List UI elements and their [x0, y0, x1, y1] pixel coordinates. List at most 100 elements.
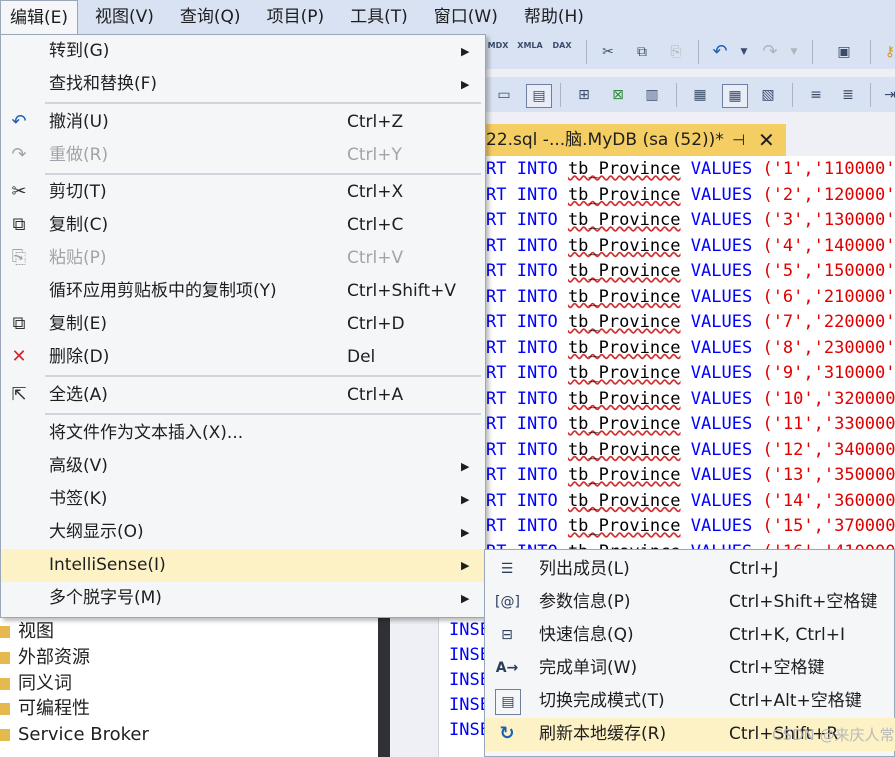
activity-monitor-button[interactable]: ▣: [832, 41, 856, 63]
results-to-text-button[interactable]: ▤: [526, 84, 552, 108]
uncomment-button[interactable]: ≣: [836, 84, 860, 106]
code-table-name: tb_Province: [567, 337, 681, 358]
menu-item-label: 删除(D): [49, 347, 110, 367]
submenu-arrow-icon: ▶: [461, 493, 470, 506]
menu-item-paste[interactable]: ⎘ 粘贴(P) Ctrl+V: [1, 242, 485, 275]
watermark: CSDN @来庆人常: [772, 726, 895, 744]
code-keyword: VALUES: [690, 159, 753, 179]
tree-item-programmability[interactable]: 可编程性: [0, 696, 90, 722]
menu-window[interactable]: 窗口(W): [425, 0, 507, 34]
tab-sql-document[interactable]: 22.sql -...脑.MyDB (sa (52))* ⊣ ✕: [486, 124, 786, 156]
toolbar-separator: [676, 83, 677, 107]
menu-item-duplicate[interactable]: ⧉ 复制(E) Ctrl+D: [1, 308, 485, 341]
file-export-icon: ▧: [761, 87, 775, 103]
menu-item-undo[interactable]: ↶ 撤消(U) Ctrl+Z: [1, 106, 485, 139]
menu-query[interactable]: 查询(Q): [171, 0, 250, 34]
code-table-name: tb_Province: [567, 490, 681, 511]
tree-item-label: Service Broker: [18, 724, 149, 745]
monitor-chart-icon: ▣: [837, 44, 851, 60]
menu-item-list-members[interactable]: ☰ 列出成员(L) Ctrl+J: [485, 553, 895, 586]
undo-dropdown[interactable]: ▼: [732, 41, 756, 63]
toggle-completion-icon: ▤: [495, 689, 521, 715]
code-editor[interactable]: RT INTO tb_Province VALUES ('1','110000'…: [486, 156, 895, 551]
code-keyword: VALUES: [690, 286, 753, 307]
submenu-arrow-icon: ▶: [461, 45, 470, 58]
tree-item-service-broker[interactable]: Service Broker: [0, 722, 149, 748]
menu-item-bookmarks[interactable]: 书签(K) ▶: [1, 483, 485, 516]
tab-title: 22.sql -...脑.MyDB (sa (52))*: [486, 130, 724, 150]
menu-item-label: 循环应用剪贴板中的复制项(Y): [49, 281, 277, 301]
menu-item-quick-info[interactable]: ⊟ 快速信息(Q) Ctrl+K, Ctrl+I: [485, 619, 895, 652]
menu-item-intellisense[interactable]: IntelliSense(I) ▶: [1, 549, 485, 582]
redo-dropdown[interactable]: ▼: [782, 41, 806, 63]
menu-separator: [45, 173, 481, 175]
menu-item-cut[interactable]: ✂ 剪切(T) Ctrl+X: [1, 176, 485, 209]
results-to-file-alt-button[interactable]: ▧: [756, 84, 780, 106]
copy-toolbar-button[interactable]: ⧉: [630, 41, 654, 63]
tree-item-views[interactable]: 视图: [0, 619, 54, 645]
dax-query-button[interactable]: DAX: [550, 41, 574, 63]
toolbar-separator: [560, 83, 561, 107]
code-keyword: INTO: [516, 363, 558, 383]
code-table-name: tb_Province: [567, 439, 681, 460]
display-estimated-plan-button[interactable]: ▭: [492, 84, 516, 106]
results-to-grid-button[interactable]: ▦: [722, 84, 748, 108]
submenu-arrow-icon: ▶: [461, 559, 470, 572]
menu-separator: [45, 375, 481, 377]
copy-icon: ⧉: [637, 44, 647, 60]
menu-item-insert-file-as-text[interactable]: 将文件作为文本插入(X)...: [1, 417, 485, 450]
menu-item-cycle-clipboard[interactable]: 循环应用剪贴板中的复制项(Y) Ctrl+Shift+V: [1, 275, 485, 308]
extra-toolbar-button[interactable]: ⚷: [878, 41, 895, 63]
menu-item-parameter-info[interactable]: [@] 参数信息(P) Ctrl+Shift+空格键: [485, 586, 895, 619]
code-line: RT INTO tb_Province VALUES ('12','340000: [486, 438, 895, 464]
parse-button[interactable]: ⊞: [572, 84, 596, 106]
menu-tools[interactable]: 工具(T): [341, 0, 417, 34]
menu-view[interactable]: 视图(V): [86, 0, 163, 34]
undo-toolbar-button[interactable]: ↶: [708, 41, 732, 63]
menu-item-outlining[interactable]: 大纲显示(O) ▶: [1, 516, 485, 549]
xmla-query-button[interactable]: XMLA: [516, 41, 544, 63]
code-keyword: VALUES: [690, 439, 753, 460]
code-table-name: tb_Province: [567, 184, 681, 205]
toolbar-separator: [812, 40, 813, 64]
menu-item-copy[interactable]: ⧉ 复制(C) Ctrl+C: [1, 209, 485, 242]
code-keyword: RT: [486, 516, 507, 536]
mdx-query-button[interactable]: MDX: [486, 41, 510, 63]
menu-edit[interactable]: 编辑(E): [0, 0, 79, 34]
tree-item-external-resources[interactable]: 外部资源: [0, 645, 90, 671]
check-syntax-button[interactable]: ⊠: [606, 84, 630, 106]
menu-item-advanced[interactable]: 高级(V) ▶: [1, 450, 485, 483]
cut-toolbar-button[interactable]: ✂: [596, 41, 620, 63]
code-table-name: tb_Province: [567, 261, 681, 281]
results-to-file-button[interactable]: ▦: [688, 84, 712, 106]
pin-icon[interactable]: ⊣: [732, 124, 745, 156]
code-editor-lower[interactable]: INSE INSE INSE INSE INSE: [438, 618, 490, 757]
uncomment-lines-icon: ≣: [842, 87, 854, 103]
explorer-scrollbar[interactable]: [378, 618, 390, 757]
comment-out-button[interactable]: ≡: [804, 84, 828, 106]
menu-project[interactable]: 项目(P): [258, 0, 334, 34]
menu-item-complete-word[interactable]: A→ 完成单词(W) Ctrl+空格键: [485, 652, 895, 685]
paste-toolbar-button[interactable]: ⎘: [664, 41, 688, 63]
menu-item-find-replace[interactable]: 查找和替换(F) ▶: [1, 68, 485, 101]
code-string: ('6','210000': [762, 286, 895, 307]
code-line: RT INTO tb_Province VALUES ('4','140000': [486, 234, 895, 260]
code-keyword: VALUES: [690, 261, 753, 281]
tree-item-synonyms[interactable]: 同义词: [0, 671, 72, 697]
menu-item-select-all[interactable]: ⇱ 全选(A) Ctrl+A: [1, 379, 485, 412]
code-keyword: INTO: [516, 414, 558, 434]
menu-item-label: 大纲显示(O): [49, 522, 144, 542]
menu-help[interactable]: 帮助(H): [515, 0, 593, 34]
menu-item-goto[interactable]: 转到(G) ▶: [1, 35, 485, 68]
menu-item-toggle-completion-mode[interactable]: ▤ 切换完成模式(T) Ctrl+Alt+空格键: [485, 685, 895, 718]
indent-button[interactable]: ⇥: [878, 84, 895, 106]
submenu-arrow-icon: ▶: [461, 460, 470, 473]
menu-item-delete[interactable]: ✕ 删除(D) Del: [1, 341, 485, 374]
close-icon[interactable]: ✕: [758, 124, 775, 156]
menu-item-multi-caret[interactable]: 多个脱字号(M) ▶: [1, 582, 485, 615]
menu-item-redo[interactable]: ↷ 重做(R) Ctrl+Y: [1, 139, 485, 172]
query-options-button[interactable]: ▥: [640, 84, 664, 106]
code-string: ('15','370000: [762, 516, 895, 536]
tree-item-label: 同义词: [18, 673, 72, 694]
redo-toolbar-button[interactable]: ↷: [758, 41, 782, 63]
